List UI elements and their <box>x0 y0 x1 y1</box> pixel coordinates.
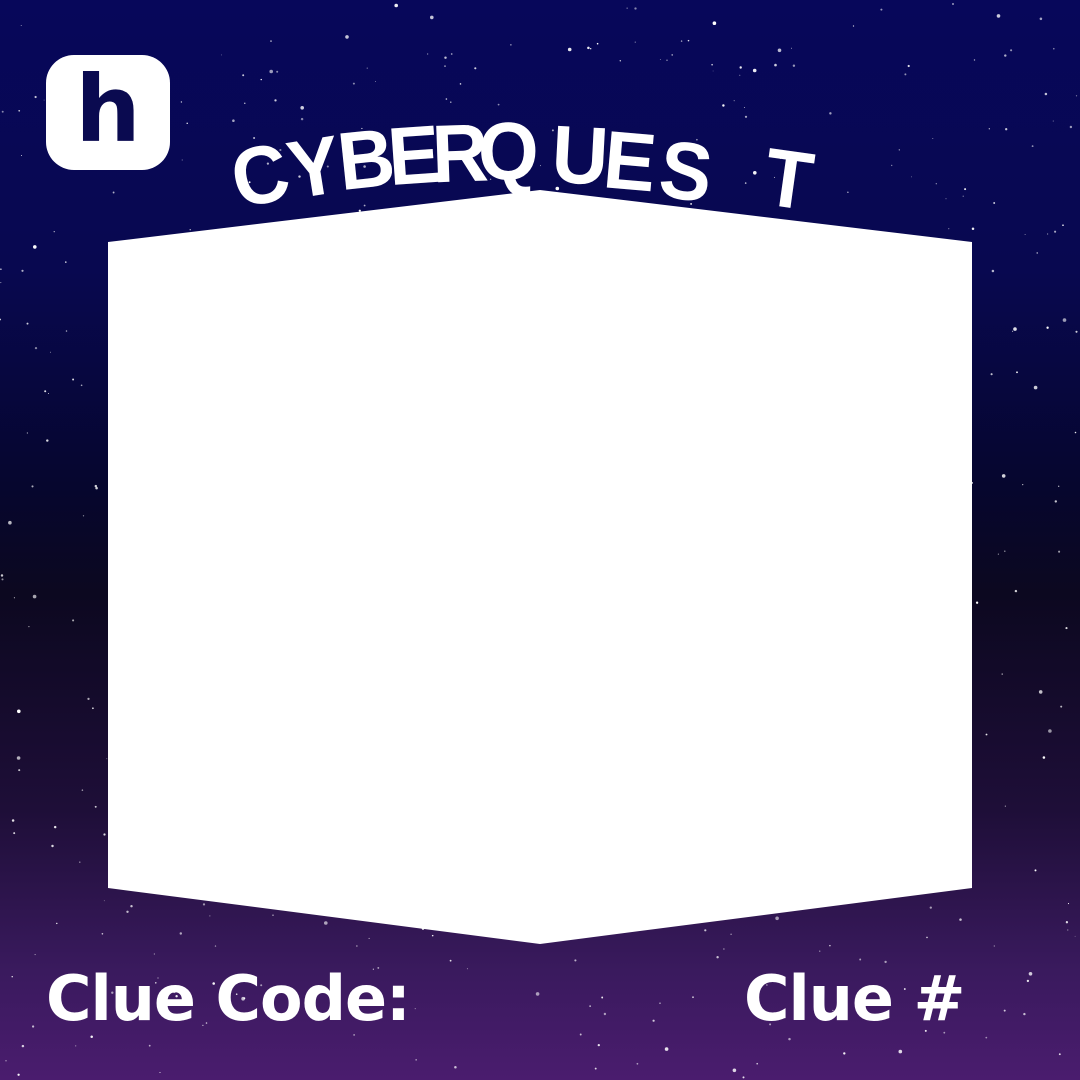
clue-code-label: Clue Code: <box>46 962 411 1035</box>
title-letter: Q <box>478 104 539 198</box>
title-letter: S <box>654 121 718 221</box>
logo-letter: h <box>75 55 141 163</box>
photo-area <box>108 190 972 944</box>
clue-number-label: Clue # <box>744 962 965 1035</box>
photo-frame <box>108 190 972 944</box>
logo: h <box>46 55 170 170</box>
title-letter: E <box>600 112 660 210</box>
